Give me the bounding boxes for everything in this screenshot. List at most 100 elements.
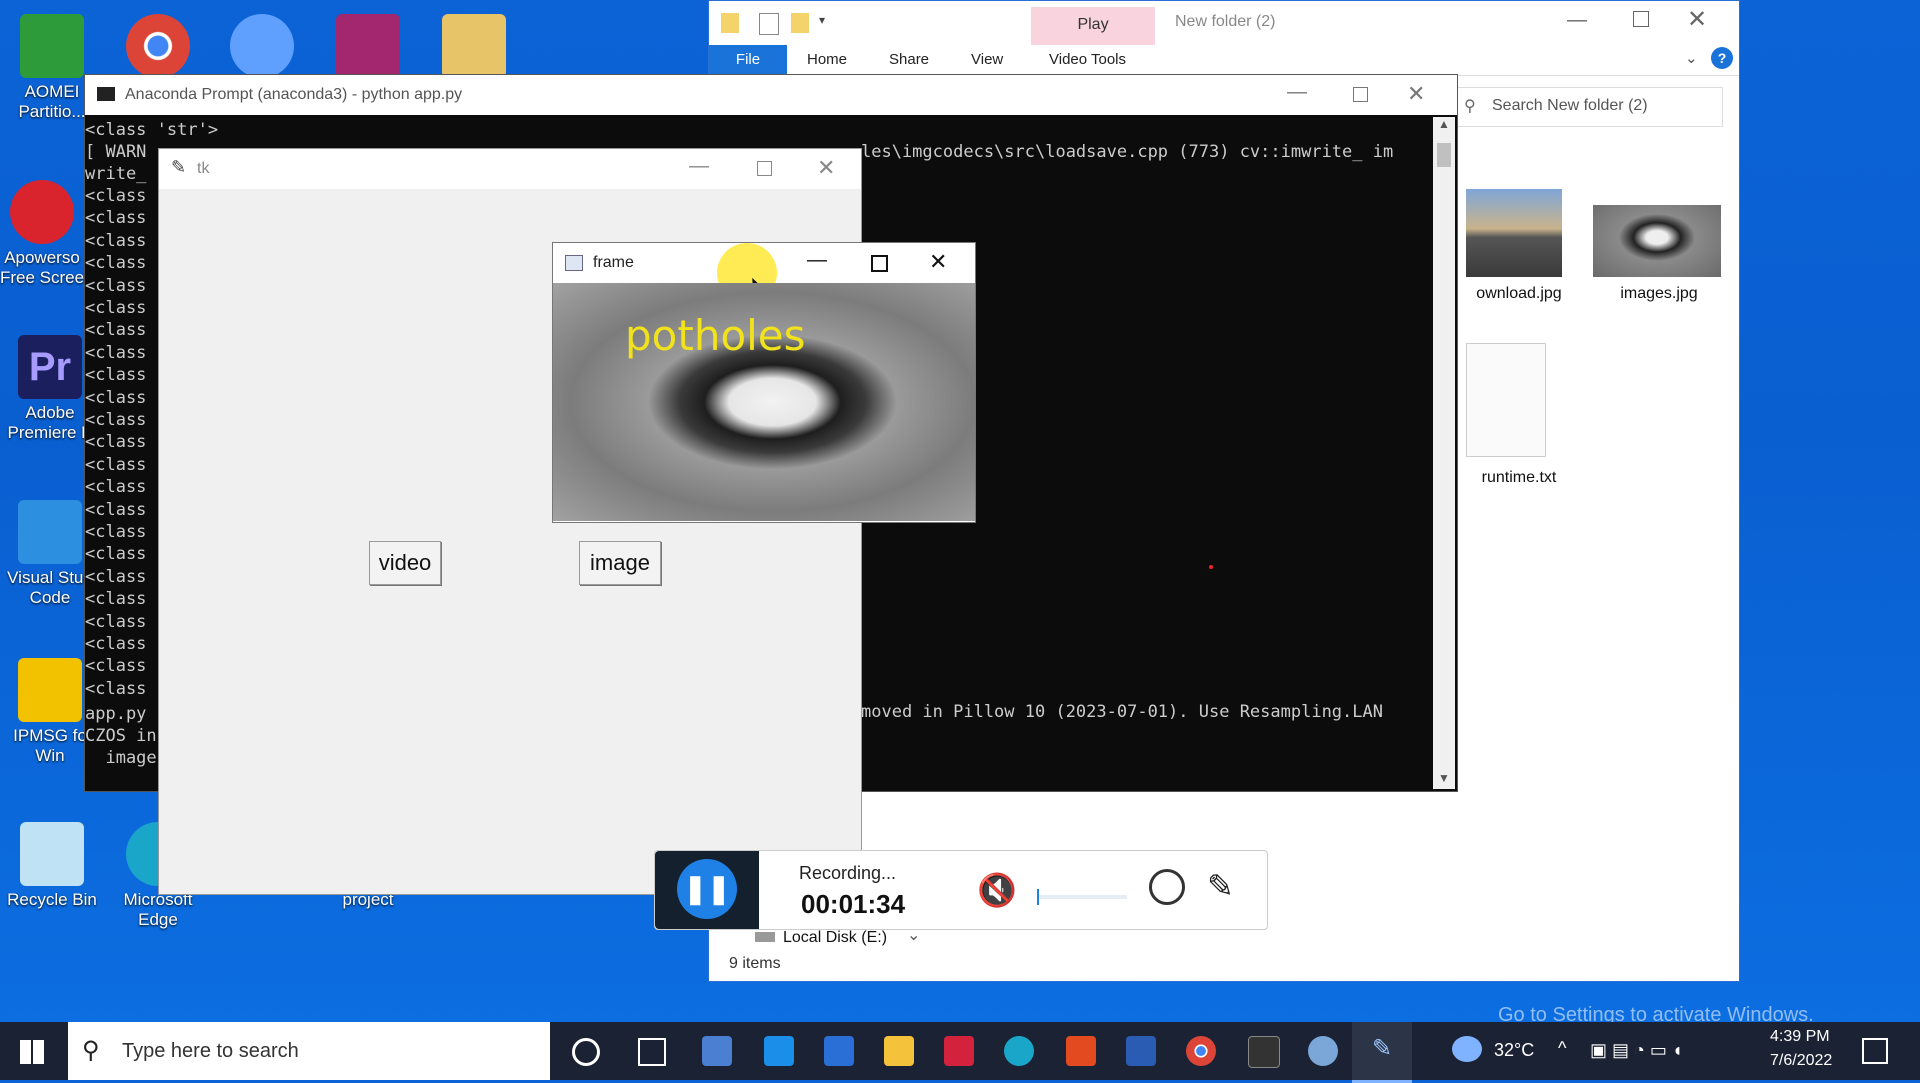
clock-time[interactable]: 4:39 PM <box>1770 1028 1830 1046</box>
tab-home[interactable]: Home <box>807 51 847 68</box>
webcam-icon[interactable] <box>1149 869 1185 905</box>
minimize-button[interactable]: — <box>1287 81 1307 104</box>
task-view-icon[interactable] <box>638 1038 666 1066</box>
tk-title: tk <box>197 160 210 177</box>
scroll-down-icon[interactable]: ▼ <box>1438 771 1450 785</box>
desktop-icon-winrar[interactable] <box>318 14 418 82</box>
nav-item-local-disk[interactable]: Local Disk (E:) <box>755 929 887 947</box>
volume-thumb[interactable] <box>1037 889 1039 905</box>
desktop-icon-file[interactable] <box>424 14 524 82</box>
taskbar-app-icon[interactable] <box>702 1036 732 1066</box>
scroll-thumb[interactable] <box>1437 143 1451 167</box>
minimize-button[interactable]: — <box>807 249 827 272</box>
pencil-icon[interactable]: ✎ <box>1207 867 1234 905</box>
tk-taskbar-icon[interactable]: ✎ <box>1352 1022 1412 1083</box>
search-box[interactable]: ⚲ Search New folder (2) <box>1455 87 1723 127</box>
terminal-line: <class <box>85 387 147 408</box>
mail-icon[interactable] <box>764 1036 794 1066</box>
store-icon[interactable] <box>824 1036 854 1066</box>
scroll-up-icon[interactable]: ▲ <box>1438 117 1450 131</box>
vscode-icon <box>18 500 82 564</box>
search-icon: ⚲ <box>82 1037 100 1064</box>
tab-view[interactable]: View <box>971 51 1003 68</box>
office-icon[interactable] <box>1066 1036 1096 1066</box>
file-item[interactable]: ownload.jpg <box>1454 189 1584 309</box>
tab-video-tools[interactable]: Video Tools <box>1049 51 1126 68</box>
chrome-icon <box>126 14 190 78</box>
file-item[interactable]: images.jpg <box>1589 205 1729 305</box>
desktop-icon-recycle-bin[interactable]: Recycle Bin <box>2 822 102 910</box>
file-explorer-icon[interactable] <box>884 1036 914 1066</box>
terminal-line: <class 'str'> <box>85 120 219 140</box>
desktop-icon-label: Microsoft Edge <box>123 890 193 929</box>
winrar-icon <box>336 14 400 78</box>
image-thumbnail <box>1593 205 1721 277</box>
maximize-button[interactable] <box>757 161 772 176</box>
terminal-line: <class <box>85 454 147 475</box>
nav-item-label: Local Disk (E:) <box>783 929 888 946</box>
properties-icon[interactable] <box>759 13 779 35</box>
weather-icon[interactable] <box>1452 1036 1482 1062</box>
minimize-button[interactable]: — <box>689 155 709 178</box>
desktop-icon-label: Adobe Premiere P <box>7 403 93 442</box>
tray-chevron-icon[interactable]: ^ <box>1558 1038 1566 1059</box>
desktop-icon-atom[interactable] <box>212 14 312 82</box>
terminal-line: <class <box>85 477 147 498</box>
clock-date[interactable]: 7/6/2022 <box>1770 1052 1832 1070</box>
scrollbar[interactable]: ▲ ▼ <box>1433 117 1455 789</box>
tab-play[interactable]: Play <box>1031 7 1155 45</box>
image-button[interactable]: image <box>579 541 661 585</box>
close-button[interactable]: ✕ <box>1687 5 1707 34</box>
cursor-dot <box>1209 565 1213 569</box>
ipmsg-taskbar-icon[interactable] <box>944 1036 974 1066</box>
terminal-line: <class <box>85 522 147 542</box>
tab-share[interactable]: Share <box>889 51 929 68</box>
terminal-line: <class <box>85 589 147 610</box>
desktop-icon-chrome[interactable] <box>108 14 208 82</box>
file-name: runtime.txt <box>1481 469 1557 486</box>
chrome-icon[interactable] <box>1186 1036 1216 1066</box>
recording-timer: 00:01:34 <box>801 889 906 919</box>
terminal-line: <class <box>85 253 147 274</box>
dropdown-icon[interactable]: ▾ <box>819 13 825 27</box>
edge-icon[interactable] <box>1004 1036 1034 1066</box>
start-button[interactable] <box>20 1040 44 1064</box>
close-button[interactable]: ✕ <box>929 249 947 275</box>
pause-button[interactable]: ❚❚ <box>655 851 759 929</box>
tray-icons[interactable]: ▣ ▤ ◔ ▭ ◖ <box>1590 1040 1683 1061</box>
tab-file[interactable]: File <box>709 45 787 75</box>
cortana-icon[interactable] <box>572 1038 600 1066</box>
close-button[interactable]: ✕ <box>817 155 835 181</box>
weather-temperature[interactable]: 32°C <box>1494 1040 1534 1061</box>
minimize-button[interactable]: — <box>1567 9 1587 32</box>
folder-icon[interactable] <box>721 13 739 33</box>
terminal-icon[interactable] <box>1248 1036 1280 1068</box>
activation-watermark-title: Activate Windows <box>1508 916 1714 946</box>
help-icon[interactable]: ? <box>1711 47 1733 69</box>
terminal-line: <class <box>85 208 147 229</box>
chevron-down-icon[interactable]: ⌄ <box>1685 49 1698 67</box>
python-icon[interactable] <box>1308 1036 1338 1066</box>
tk-title-bar: ✎ tk — ✕ <box>159 149 861 189</box>
file-item[interactable]: runtime.txt <box>1454 343 1584 493</box>
notification-icon[interactable] <box>1862 1038 1888 1064</box>
pothole-image: potholes <box>553 283 975 521</box>
terminal-line: <class <box>85 656 147 677</box>
maximize-button[interactable] <box>1633 11 1649 27</box>
taskbar: ⚲ Type here to search ✎ 32°C ^ ▣ ▤ ◔ ▭ ◖… <box>0 1022 1920 1083</box>
video-button[interactable]: video <box>369 541 441 585</box>
terminal-line: <class <box>85 544 147 565</box>
close-button[interactable]: ✕ <box>1407 81 1425 107</box>
audio-icon[interactable]: 🔇 <box>977 871 1017 909</box>
maximize-button[interactable] <box>871 255 888 272</box>
taskbar-search[interactable]: ⚲ Type here to search <box>68 1022 550 1080</box>
terminal-icon <box>97 87 115 101</box>
new-folder-icon[interactable] <box>791 13 809 33</box>
apowersoft-icon <box>10 180 74 244</box>
desktop-icon-apowersoft[interactable]: Apowerso Free Scree <box>0 180 92 288</box>
frame-title-bar: frame — ✕ <box>553 243 975 303</box>
word-icon[interactable] <box>1126 1036 1156 1066</box>
volume-slider[interactable] <box>1037 889 1127 905</box>
ipmsg-icon <box>18 658 82 722</box>
maximize-button[interactable] <box>1353 87 1368 102</box>
